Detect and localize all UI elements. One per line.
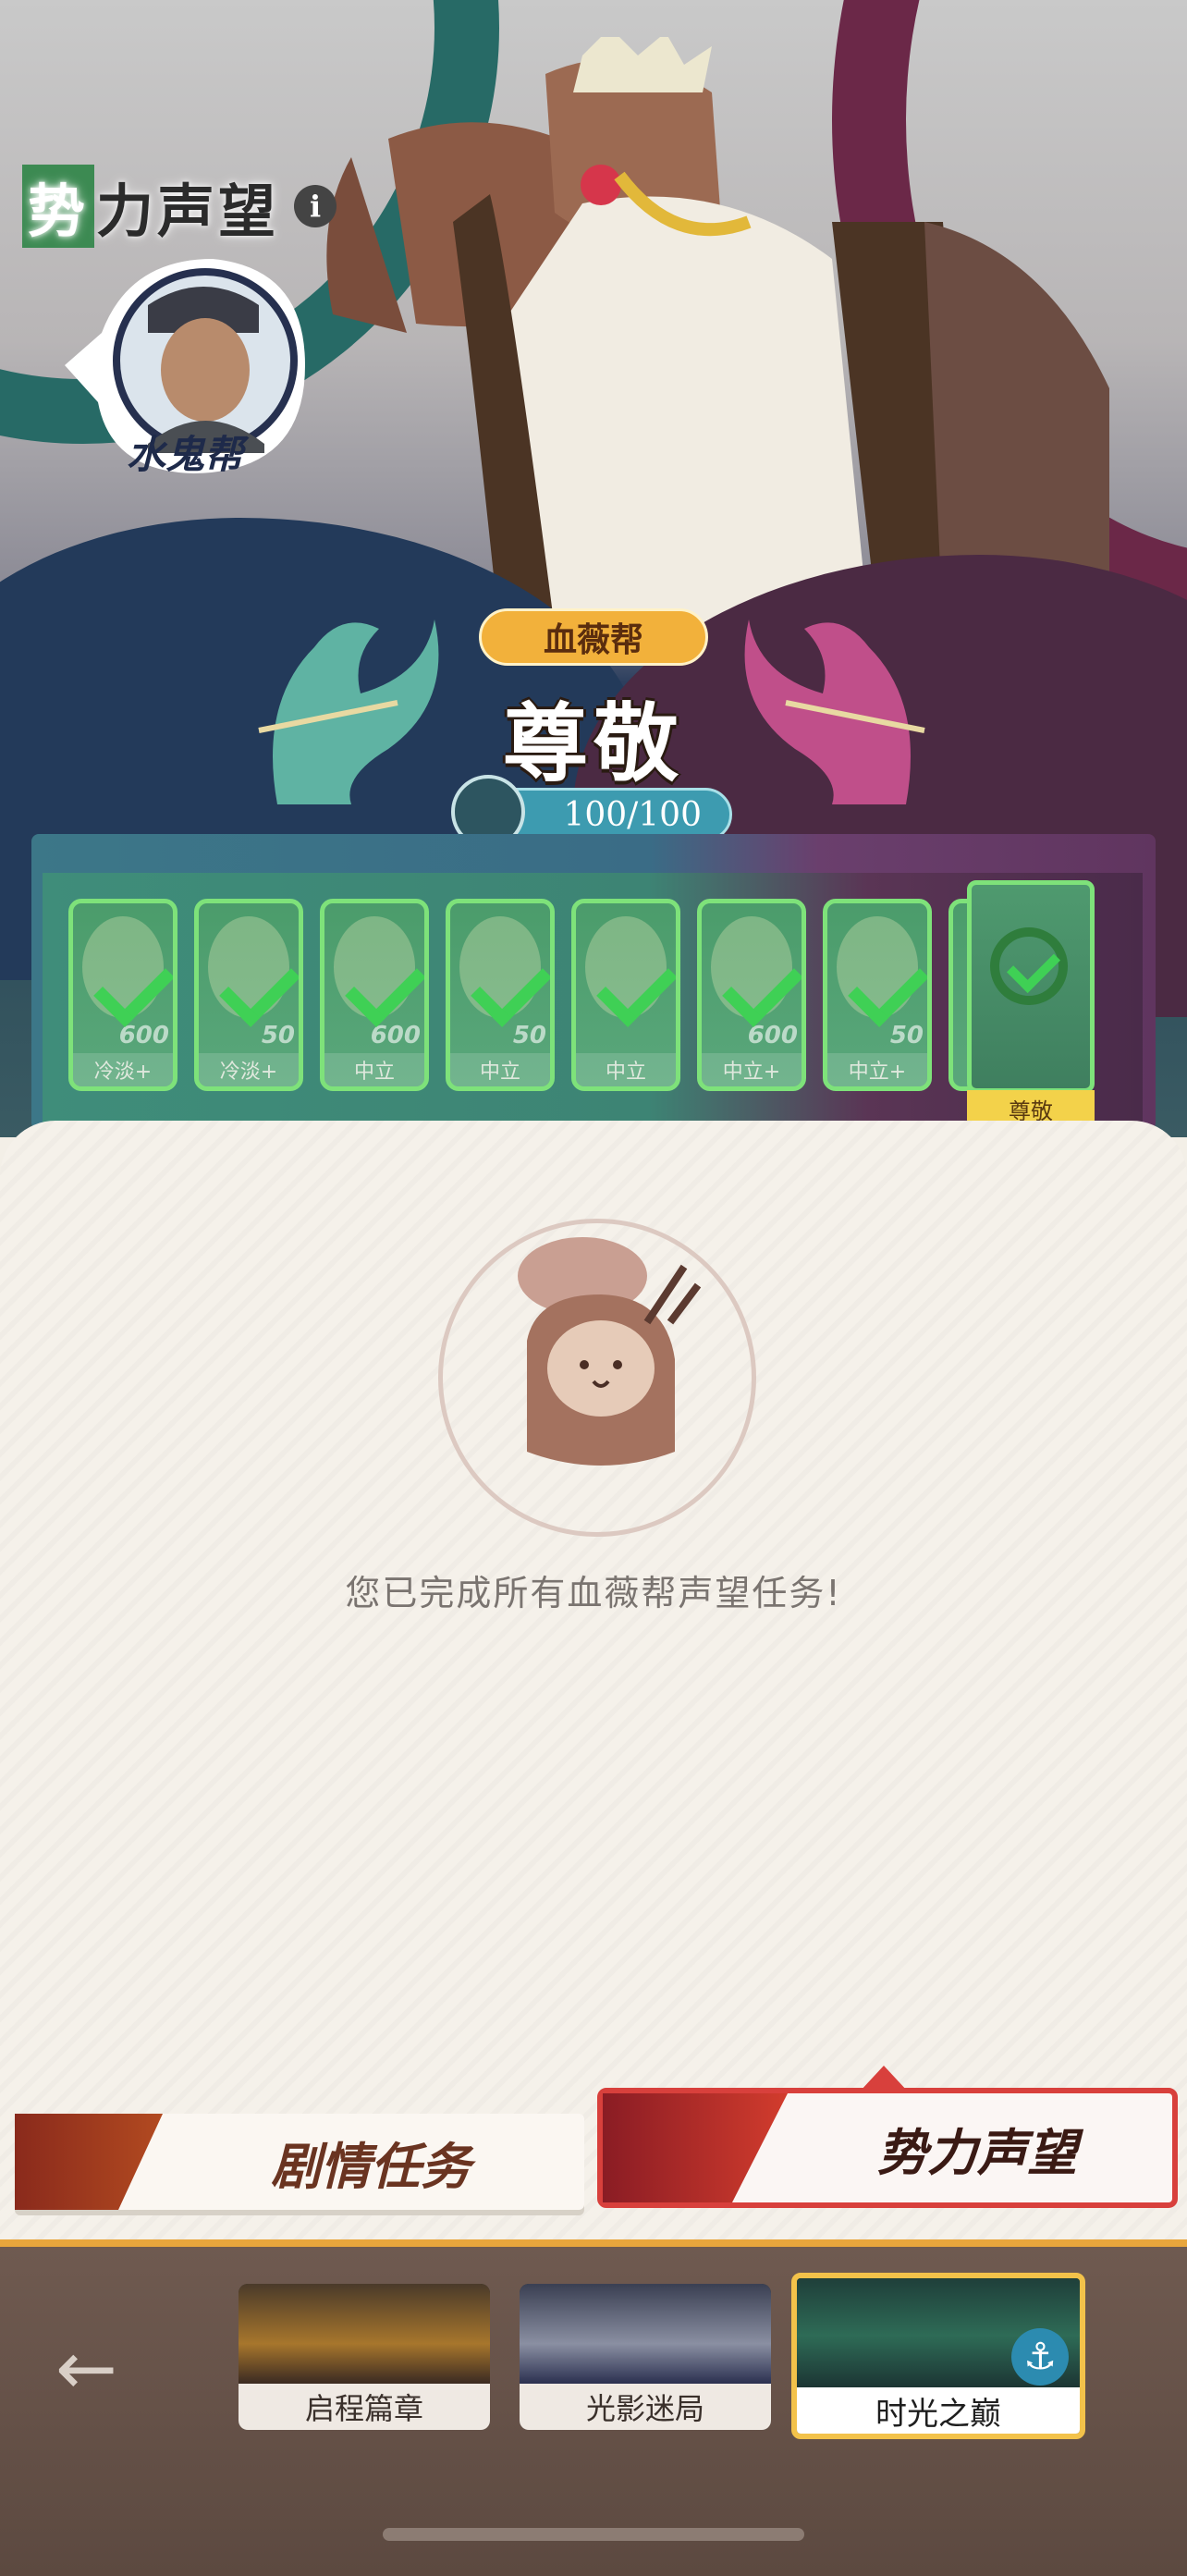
anchor-icon: ⚓	[1011, 2328, 1069, 2386]
reward-amount: 600	[747, 1022, 798, 1049]
reward-amount: 600	[118, 1022, 169, 1049]
chapter-card-3[interactable]: ⚓ 时光之巅	[791, 2273, 1085, 2439]
tab-story-label: 剧情任务	[271, 2136, 471, 2196]
reward-card[interactable]: 50 冷淡+	[194, 899, 303, 1091]
faction-name: 水鬼帮	[126, 432, 243, 477]
reward-label: 中立	[576, 1053, 676, 1086]
reward-amount: 600	[370, 1022, 421, 1049]
chapter-label: 启程篇章	[239, 2384, 490, 2430]
reward-amount: 50	[512, 1022, 546, 1049]
reward-card[interactable]: 50 中立+	[823, 899, 932, 1091]
chapter-image	[239, 2284, 490, 2384]
info-icon[interactable]: i	[294, 185, 337, 227]
reward-card[interactable]: 中立	[571, 899, 680, 1091]
back-arrow-icon[interactable]: ←	[55, 2332, 157, 2406]
reward-amount: 50	[261, 1022, 295, 1049]
mascot-illustration	[518, 1237, 702, 1466]
reward-amount: 50	[889, 1022, 924, 1049]
home-indicator	[383, 2528, 804, 2541]
tab-story-quests[interactable]: 剧情任务	[15, 2114, 584, 2210]
tab-faction-reputation[interactable]: 势力声望	[597, 2088, 1178, 2208]
tab-reputation-label: 势力声望	[877, 2122, 1077, 2182]
completion-message: 您已完成所有血薇帮声望任务!	[345, 1573, 842, 1613]
reward-card[interactable]: 600 中立+	[697, 899, 806, 1091]
chapter-label: 光影迷局	[520, 2384, 771, 2430]
hero-banner: 势力声望 i 水鬼帮 血薇帮 尊敬 100/100 600 冷淡+ 50 冷淡+ 600…	[0, 0, 1187, 1137]
reward-label: 中立+	[827, 1053, 927, 1086]
chapter-image	[520, 2284, 771, 2384]
reward-card[interactable]: 600 中立	[320, 899, 429, 1091]
reward-card[interactable]: 50 中立	[446, 899, 555, 1091]
reward-label: 中立	[324, 1053, 424, 1086]
chapter-label: 时光之巅	[797, 2387, 1080, 2434]
reward-label: 冷淡+	[199, 1053, 299, 1086]
quest-icon	[15, 2114, 163, 2210]
reward-label: 中立	[450, 1053, 550, 1086]
reward-label: 冷淡+	[73, 1053, 173, 1086]
chapter-card-1[interactable]: 启程篇章	[239, 2284, 490, 2430]
reward-card[interactable]: 600 冷淡+	[68, 899, 177, 1091]
reward-label: 中立+	[702, 1053, 802, 1086]
faction-icon	[603, 2093, 788, 2202]
chapter-card-2[interactable]: 光影迷局	[520, 2284, 771, 2430]
gang-name-pill: 血薇帮	[479, 608, 708, 666]
reputation-rank: 尊敬	[502, 693, 684, 793]
final-reward-card[interactable]: 尊敬	[967, 880, 1095, 1127]
